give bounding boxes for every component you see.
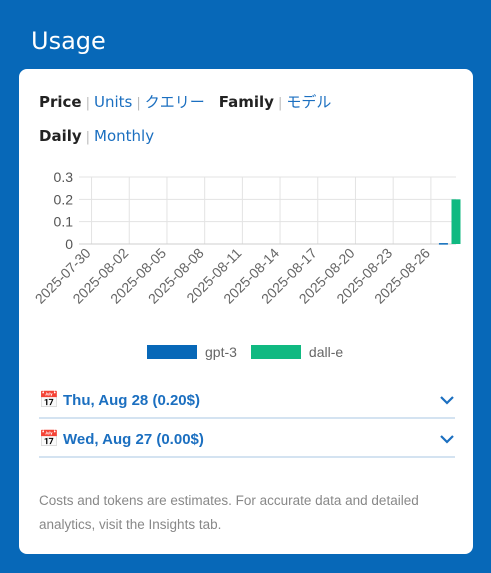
toggle-model[interactable]: モデル [286, 93, 331, 111]
day-label: Wed, Aug 27 (0.00$) [63, 431, 204, 448]
usage-chart: 0.30.20.102025-07-302025-08-022025-08-05… [32, 169, 461, 307]
legend-item-gpt3[interactable]: gpt-3 [147, 344, 237, 360]
y-tick-label: 0.1 [54, 214, 74, 230]
usage-card: Price | Units | クエリー Family | モデル Daily | Monthly… [19, 69, 473, 554]
page-title: Usage [31, 27, 106, 55]
chart-legend: gpt-3 dall-e [147, 344, 357, 360]
period-toggle-row: Daily | Monthly [39, 127, 154, 145]
chevron-down-icon[interactable] [439, 395, 455, 405]
legend-item-dalle[interactable]: dall-e [250, 344, 344, 360]
toggle-price[interactable]: Price [39, 93, 82, 111]
toggle-query[interactable]: クエリー [145, 93, 205, 111]
calendar-icon: 📅 [39, 431, 59, 448]
legend-swatch-dalle [250, 345, 301, 359]
metric-toggle-row: Price | Units | クエリー Family | モデル [39, 91, 331, 112]
y-tick-label: 0.2 [54, 191, 74, 207]
footer-note: Costs and tokens are estimates. For accu… [39, 493, 419, 532]
toggle-family[interactable]: Family [219, 93, 274, 111]
y-tick-label: 0.3 [54, 169, 74, 185]
separator: | [277, 96, 283, 111]
day-label: Thu, Aug 28 (0.20$) [63, 392, 200, 409]
y-tick-label: 0 [65, 236, 73, 252]
legend-swatch-gpt3 [147, 345, 197, 359]
toggle-units[interactable]: Units [94, 93, 132, 111]
separator: | [136, 96, 141, 111]
legend-label-gpt3: gpt-3 [205, 344, 237, 360]
separator: | [85, 130, 91, 145]
chevron-down-icon[interactable] [439, 434, 455, 444]
bar-gpt3 [438, 243, 448, 245]
calendar-icon: 📅 [39, 392, 59, 409]
day-row-aug-27[interactable]: 📅 Wed, Aug 27 (0.00$) [39, 428, 455, 458]
bar-dalle [451, 199, 461, 244]
day-row-aug-28[interactable]: 📅 Thu, Aug 28 (0.20$) [39, 389, 455, 419]
toggle-daily[interactable]: Daily [39, 127, 82, 145]
toggle-monthly[interactable]: Monthly [94, 127, 154, 145]
legend-label-dalle: dall-e [308, 344, 344, 360]
separator: | [85, 96, 90, 111]
